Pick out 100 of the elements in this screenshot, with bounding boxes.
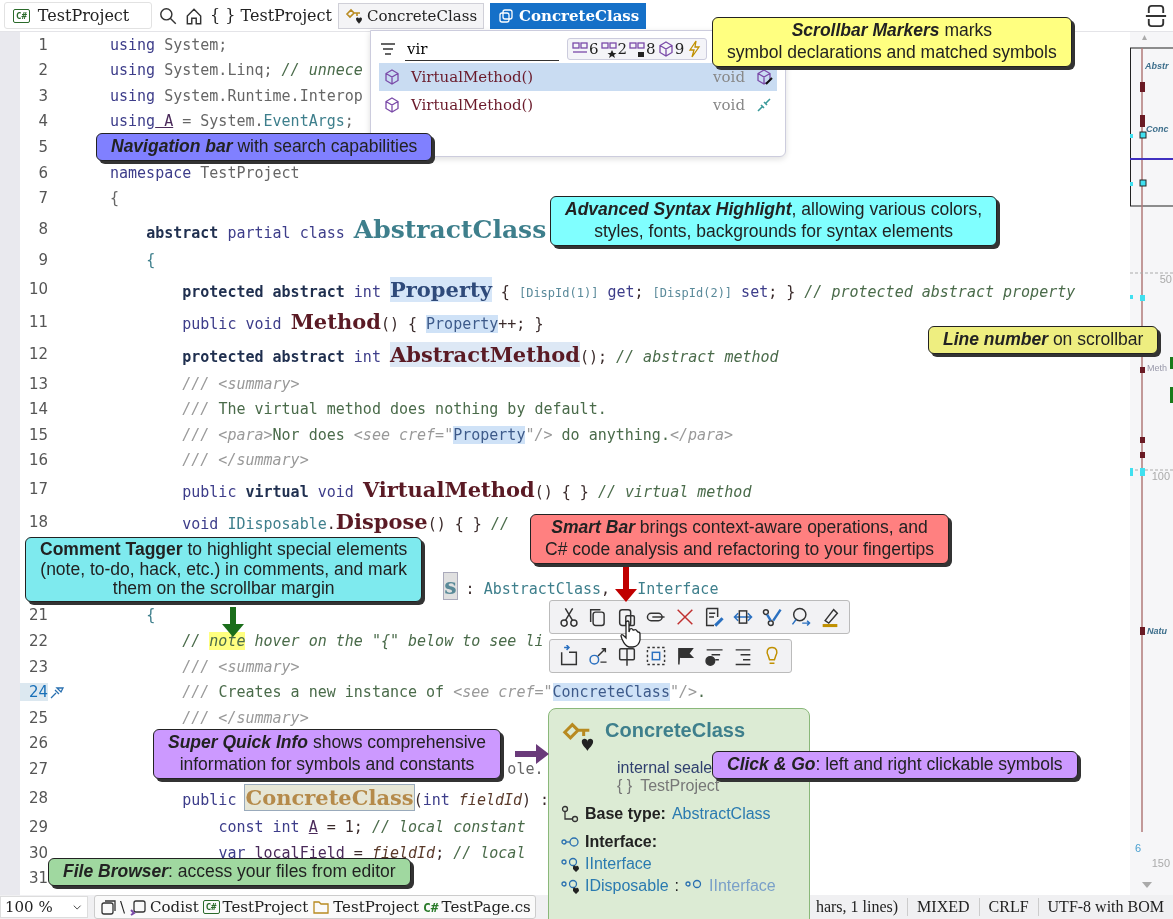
line-number: 16: [27, 451, 48, 470]
symbol-title[interactable]: ConcreteClass: [605, 719, 746, 753]
document-edit-icon[interactable]: [703, 606, 725, 628]
code-line: public virtual void VirtualMethod() { } // virtual method: [182, 476, 752, 502]
filter-toggle[interactable]: 9: [656, 40, 685, 58]
interface-link[interactable]: IInterface: [585, 855, 652, 873]
code-line: /// <para>Nor does <see cref="Property"/> do anything.</para>: [182, 425, 734, 444]
code-line: public ConcreteClass(int fieldId) :: [182, 785, 550, 811]
hand-cursor-icon: [619, 620, 641, 648]
code-line: /// The virtual method does nothing by default.: [182, 400, 607, 419]
line-number: 12: [27, 345, 48, 364]
line-number: 26: [27, 734, 48, 753]
paste-icon[interactable]: [616, 606, 638, 628]
code-line: /// </summary>: [182, 451, 309, 470]
code-line: // note hover on the "{" below to see li: [182, 632, 544, 651]
zoom-dropdown[interactable]: 100 %: [0, 896, 88, 918]
scrollbar-label: 6: [1135, 842, 1142, 854]
split-view-icon: [1143, 2, 1169, 29]
scrollbar-label: Meth: [1147, 363, 1167, 373]
symbol-modifiers: internal seale: [617, 759, 713, 777]
feature-callout: Line number on scrollbar: [928, 326, 1159, 354]
code-line: void IDisposable.Dispose() { } //: [182, 509, 509, 535]
focus-frame-icon[interactable]: [645, 645, 667, 667]
code-line: /// <summary>: [182, 374, 300, 393]
symbol-tab[interactable]: ConcreteClass: [490, 2, 647, 29]
interface-label: Interface:: [585, 833, 658, 851]
feature-callout: File Browser: access your files from editor: [48, 858, 411, 886]
line-number: 4: [37, 112, 48, 131]
line-number: 29: [27, 817, 48, 836]
feature-callout: Scrollbar Markers marks symbol declarations and matched symbols: [712, 17, 1072, 67]
starred-filter-icon: [599, 40, 618, 58]
interface-link[interactable]: IDisposable: [585, 877, 669, 895]
base-type-icon: [561, 805, 579, 823]
base-type-label: Base type:: [585, 805, 666, 823]
line-number: 1: [37, 35, 48, 54]
line-number: 7: [37, 189, 48, 208]
class-icon: [497, 6, 516, 25]
split-icon[interactable]: [616, 645, 638, 667]
feature-callout: Comment Tagger to highlight special elements (note, to-do, hack, etc.) in comments, and mark them on the scrollbar margin: [25, 537, 423, 602]
line-number: 3: [37, 86, 48, 105]
code-line: using System.Runtime.Interop: [110, 86, 363, 105]
line-number: 21: [27, 606, 48, 625]
search-result[interactable]: VirtualMethod() void: [379, 63, 777, 91]
key-heart-icon: [344, 6, 363, 25]
method-cube-icon: [383, 68, 401, 86]
filter-toggle[interactable]: 8: [628, 40, 656, 58]
line-number: 17: [27, 480, 48, 499]
code-line: using System;: [110, 35, 228, 54]
frame-arrow-icon[interactable]: [558, 645, 580, 667]
status-field: MIXED: [907, 898, 979, 916]
path-segment[interactable]: TestPage.cs: [441, 898, 531, 916]
search-icon: [158, 5, 178, 26]
path-segment[interactable]: Codist: [150, 898, 199, 916]
line-number: 27: [27, 759, 48, 778]
path-segment[interactable]: TestProject: [333, 898, 419, 916]
search-result[interactable]: VirtualMethod() void: [379, 91, 777, 119]
code-line: {: [146, 251, 156, 270]
code-line: s : AbstractClass, Interface: [444, 572, 719, 599]
solution-icon: [129, 898, 148, 916]
namespace-breadcrumb[interactable]: { } TestProject: [210, 6, 332, 25]
line-number: 10: [27, 280, 48, 299]
symbol-tab[interactable]: ConcreteClass: [337, 2, 485, 29]
line-number: 24: [20, 683, 48, 702]
line-number: 15: [27, 425, 48, 444]
feature-callout: Navigation bar with search capabilities: [96, 133, 433, 161]
code-line: protected abstract int Property { [DispId(1)] get; [DispId(2)] set; } // protected abstract property: [182, 276, 1076, 302]
project-dropdown[interactable]: C# TestProject: [4, 2, 152, 29]
feature-callout: Super Quick Info shows comprehensive information for symbols and constants: [153, 729, 502, 779]
csharp-label: C#: [422, 899, 439, 915]
window-stack-icon: [99, 898, 117, 916]
filter-toggle[interactable]: 6: [571, 40, 599, 58]
method-cube-icon: [383, 96, 401, 114]
line-number: 23: [27, 657, 48, 676]
line-number: 28: [27, 788, 48, 807]
code-line: /// Creates a new instance of <see cref="ConcreteClass"/>.: [182, 683, 707, 702]
code-line: abstract partial class AbstractClass: [146, 214, 547, 244]
interface-icon: [561, 877, 579, 895]
namespace-name[interactable]: TestProject: [640, 777, 720, 795]
branch-icon[interactable]: [761, 606, 783, 628]
scrollbar-label: 50: [1158, 273, 1172, 285]
code-line: {: [110, 189, 120, 208]
line-number: 30: [27, 843, 48, 862]
path-segment[interactable]: TestProject: [222, 898, 309, 916]
scissors-icon[interactable]: [558, 606, 580, 628]
base-type-link[interactable]: AbstractClass: [671, 805, 771, 823]
link-icon: [755, 96, 773, 114]
cube-edit-icon: [755, 68, 773, 86]
scrollbar-label: Abstr: [1145, 61, 1169, 71]
code-line: using System.Linq; // unnece: [110, 61, 363, 80]
delete-icon[interactable]: [674, 606, 696, 628]
code-line: ole.: [507, 759, 544, 778]
scrollbar-label: 150: [1150, 857, 1170, 869]
line-number: 9: [37, 251, 48, 270]
feature-callout: Advanced Syntax Highlight, allowing various colors, styles, fonts, backgrounds for syntax elements: [550, 196, 998, 246]
status-field: CRLF: [978, 898, 1038, 916]
search-icon[interactable]: [790, 606, 812, 628]
line-number: 5: [37, 138, 48, 157]
line-number: 8: [37, 220, 48, 239]
filter-toggle[interactable]: 2: [599, 40, 628, 58]
path-segment[interactable]: \: [120, 898, 126, 916]
